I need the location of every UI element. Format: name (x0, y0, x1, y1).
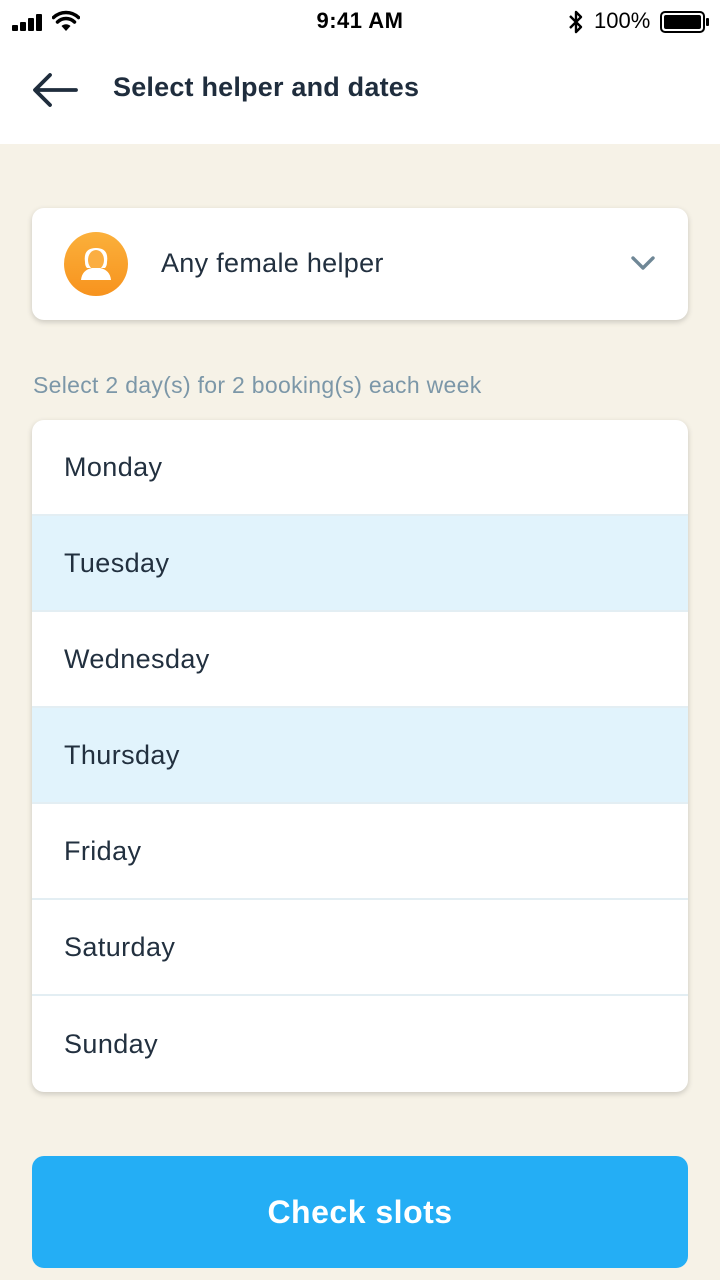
battery-icon (660, 11, 709, 33)
day-option-thursday[interactable]: Thursday (32, 708, 688, 804)
day-option-saturday[interactable]: Saturday (32, 900, 688, 996)
helper-dropdown[interactable]: Any female helper (32, 208, 688, 320)
day-option-sunday[interactable]: Sunday (32, 996, 688, 1092)
arrow-left-icon (33, 73, 78, 107)
day-option-friday[interactable]: Friday (32, 804, 688, 900)
day-option-wednesday[interactable]: Wednesday (32, 612, 688, 708)
day-option-tuesday[interactable]: Tuesday (32, 516, 688, 612)
bluetooth-icon (569, 10, 583, 34)
check-slots-button[interactable]: Check slots (32, 1156, 688, 1268)
battery-percentage: 100% (594, 8, 651, 33)
female-avatar-icon (64, 232, 128, 296)
navigation-bar: Select helper and dates (0, 44, 720, 144)
chevron-down-icon (631, 256, 655, 270)
status-bar: 9:41 AM 100% (0, 0, 720, 44)
helper-selected-value: Any female helper (161, 248, 384, 278)
day-option-monday[interactable]: Monday (32, 420, 688, 516)
selection-hint: Select 2 day(s) for 2 booking(s) each we… (33, 372, 482, 398)
top-bar: 9:41 AM 100% Select helper and dates (0, 0, 720, 144)
day-list: Monday Tuesday Wednesday Thursday Friday… (32, 420, 688, 1092)
page-title: Select helper and dates (113, 72, 420, 102)
back-button[interactable] (28, 68, 84, 112)
